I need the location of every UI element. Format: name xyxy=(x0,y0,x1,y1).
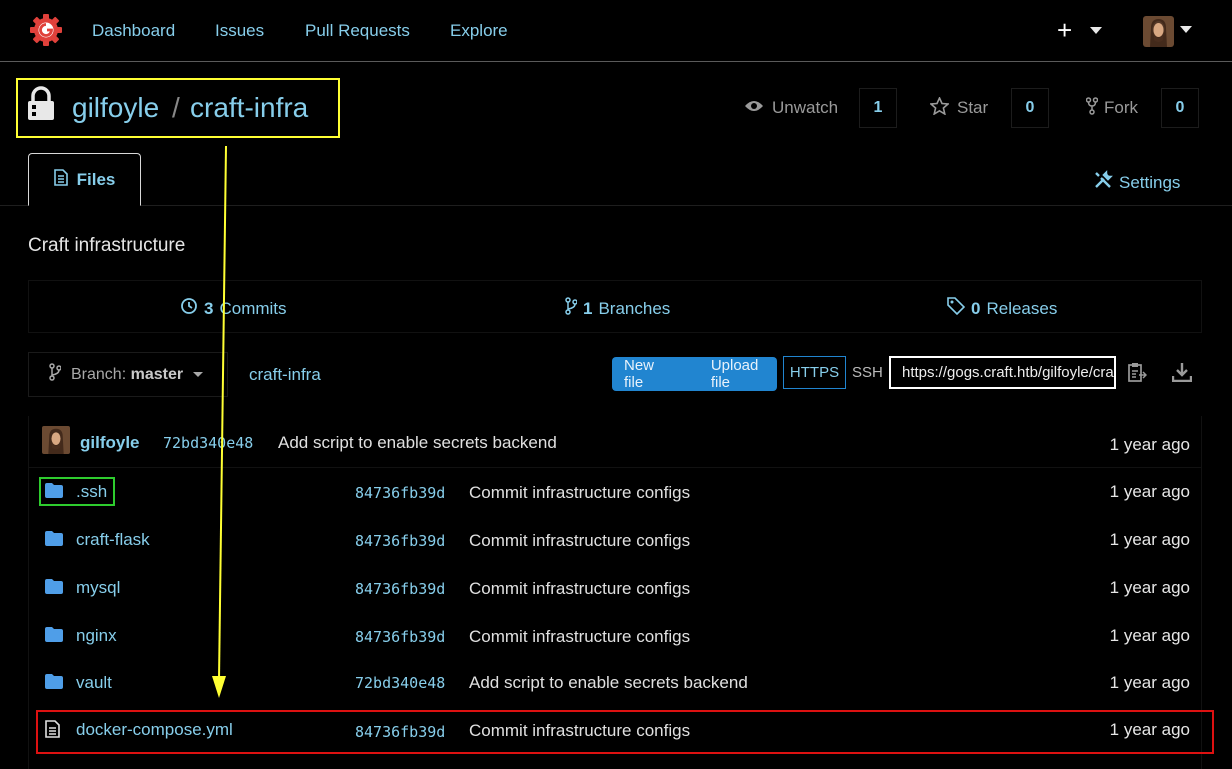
commits-count: 3 xyxy=(204,298,214,318)
file-row[interactable]: .ssh 84736fb39d Commit infrastructure co… xyxy=(28,468,1202,516)
gogs-logo-icon[interactable] xyxy=(28,12,64,48)
file-row[interactable]: mysql 84736fb39d Commit infrastructure c… xyxy=(28,564,1202,612)
file-name-link[interactable]: mysql xyxy=(76,578,120,598)
file-commit-age: 1 year ago xyxy=(1109,673,1190,692)
branch-label: Branch: master xyxy=(71,366,183,384)
ssh-folder-highlight xyxy=(39,477,115,506)
commits-stat-link[interactable]: 3 Commits xyxy=(180,297,287,320)
branches-label: Branches xyxy=(598,298,671,318)
file-name-link[interactable]: craft-flask xyxy=(76,530,150,550)
commit-author-link[interactable]: gilfoyle xyxy=(80,433,140,453)
repo-name-link[interactable]: craft-infra xyxy=(190,92,308,124)
releases-label: Releases xyxy=(986,298,1058,318)
nav-pull-requests[interactable]: Pull Requests xyxy=(305,21,410,41)
fork-icon xyxy=(1085,96,1099,120)
file-commit-age: 1 year ago xyxy=(1109,578,1190,597)
unwatch-button[interactable]: Unwatch xyxy=(744,88,838,128)
fork-label: Fork xyxy=(1104,98,1138,117)
branch-chevron-down-icon xyxy=(193,372,204,377)
eye-icon xyxy=(744,98,764,118)
lock-icon xyxy=(26,86,56,127)
ssh-clone-button[interactable]: SSH xyxy=(852,364,883,381)
watch-count[interactable]: 1 xyxy=(859,88,897,128)
fork-button[interactable]: Fork xyxy=(1085,88,1138,128)
nav-explore[interactable]: Explore xyxy=(450,21,508,41)
file-commit-message: Add script to enable secrets backend xyxy=(469,673,748,692)
folder-icon xyxy=(45,627,63,647)
docker-compose-highlight xyxy=(36,710,1214,754)
file-commit-message: Commit infrastructure configs xyxy=(469,531,691,550)
file-actions-group: New file Upload file xyxy=(612,357,777,391)
file-row[interactable]: nginx 84736fb39d Commit infrastructure c… xyxy=(28,612,1202,660)
latest-commit-age: 1 year ago xyxy=(1109,435,1190,454)
branch-icon xyxy=(565,297,578,320)
https-clone-button[interactable]: HTTPS xyxy=(783,356,846,389)
file-commit-message: Commit infrastructure configs xyxy=(469,579,691,598)
nav-dashboard[interactable]: Dashboard xyxy=(92,21,175,41)
create-new-button[interactable]: + xyxy=(1057,16,1072,44)
commits-label: Commits xyxy=(219,298,287,318)
repo-description: Craft infrastructure xyxy=(28,235,186,256)
repo-stats-bar: 3 Commits 1 Branches 0 Releases xyxy=(28,280,1202,333)
repo-title-highlight: gilfoyle / craft-infra xyxy=(16,78,340,138)
branch-selector-button[interactable]: Branch: master xyxy=(28,352,228,397)
repo-path-separator: / xyxy=(172,92,180,123)
nav-issues[interactable]: Issues xyxy=(215,21,264,41)
star-button[interactable]: Star xyxy=(929,88,989,128)
file-name-link[interactable]: vault xyxy=(76,673,112,693)
branch-name: master xyxy=(130,365,184,383)
history-icon xyxy=(180,297,198,320)
folder-icon xyxy=(45,531,63,551)
commit-author-avatar[interactable] xyxy=(42,426,70,454)
unwatch-label: Unwatch xyxy=(772,98,839,117)
latest-commit-row: gilfoyle 72bd340e48 Add script to enable… xyxy=(28,416,1202,468)
file-commit-message: Commit infrastructure configs xyxy=(469,483,691,502)
tab-files[interactable]: Files xyxy=(28,153,141,206)
branch-selector-icon xyxy=(49,363,62,386)
upload-file-button[interactable]: Upload file xyxy=(674,357,777,391)
user-menu-chevron-down-icon[interactable] xyxy=(1180,26,1192,33)
file-commit-sha[interactable]: 84736fb39d xyxy=(355,628,445,646)
tabs-divider xyxy=(0,205,1232,206)
file-row[interactable]: craft-flask 84736fb39d Commit infrastruc… xyxy=(28,516,1202,564)
repo-owner-link[interactable]: gilfoyle xyxy=(72,92,159,124)
branch-prefix: Branch: xyxy=(71,365,127,383)
folder-icon xyxy=(45,674,63,694)
file-commit-age: 1 year ago xyxy=(1109,482,1190,501)
latest-commit-message: Add script to enable secrets backend xyxy=(278,433,557,452)
file-commit-age: 1 year ago xyxy=(1109,530,1190,549)
tab-settings-label: Settings xyxy=(1119,172,1181,192)
tag-icon xyxy=(947,297,966,320)
breadcrumb[interactable]: craft-infra xyxy=(249,365,321,385)
star-icon xyxy=(929,95,950,120)
fork-count[interactable]: 0 xyxy=(1161,88,1199,128)
releases-stat-link[interactable]: 0 Releases xyxy=(947,297,1057,320)
create-dropdown-chevron-down-icon[interactable] xyxy=(1090,27,1102,34)
file-commit-sha[interactable]: 84736fb39d xyxy=(355,484,445,502)
top-navbar: Dashboard Issues Pull Requests Explore + xyxy=(0,0,1232,62)
user-avatar[interactable] xyxy=(1143,16,1174,47)
tab-files-label: Files xyxy=(76,169,116,189)
branches-stat-link[interactable]: 1 Branches xyxy=(565,297,670,320)
file-commit-sha[interactable]: 84736fb39d xyxy=(355,532,445,550)
star-label: Star xyxy=(957,98,989,117)
new-file-button[interactable]: New file xyxy=(612,357,674,391)
download-icon[interactable] xyxy=(1171,362,1193,387)
file-name-link[interactable]: nginx xyxy=(76,626,117,646)
clipboard-copy-icon[interactable] xyxy=(1127,362,1148,389)
file-text-icon xyxy=(53,168,68,191)
star-count[interactable]: 0 xyxy=(1011,88,1049,128)
file-commit-age: 1 year ago xyxy=(1109,626,1190,645)
tools-icon xyxy=(1093,170,1113,195)
file-commit-message: Commit infrastructure configs xyxy=(469,627,691,646)
latest-commit-sha[interactable]: 72bd340e48 xyxy=(163,434,253,452)
file-commit-sha[interactable]: 72bd340e48 xyxy=(355,674,445,692)
file-row[interactable]: vault 72bd340e48 Add script to enable se… xyxy=(28,660,1202,708)
file-commit-sha[interactable]: 84736fb39d xyxy=(355,580,445,598)
branches-count: 1 xyxy=(583,298,593,318)
releases-count: 0 xyxy=(971,298,981,318)
folder-icon xyxy=(45,579,63,599)
clone-url-input[interactable] xyxy=(889,356,1116,389)
tab-settings[interactable]: Settings xyxy=(1093,170,1180,195)
